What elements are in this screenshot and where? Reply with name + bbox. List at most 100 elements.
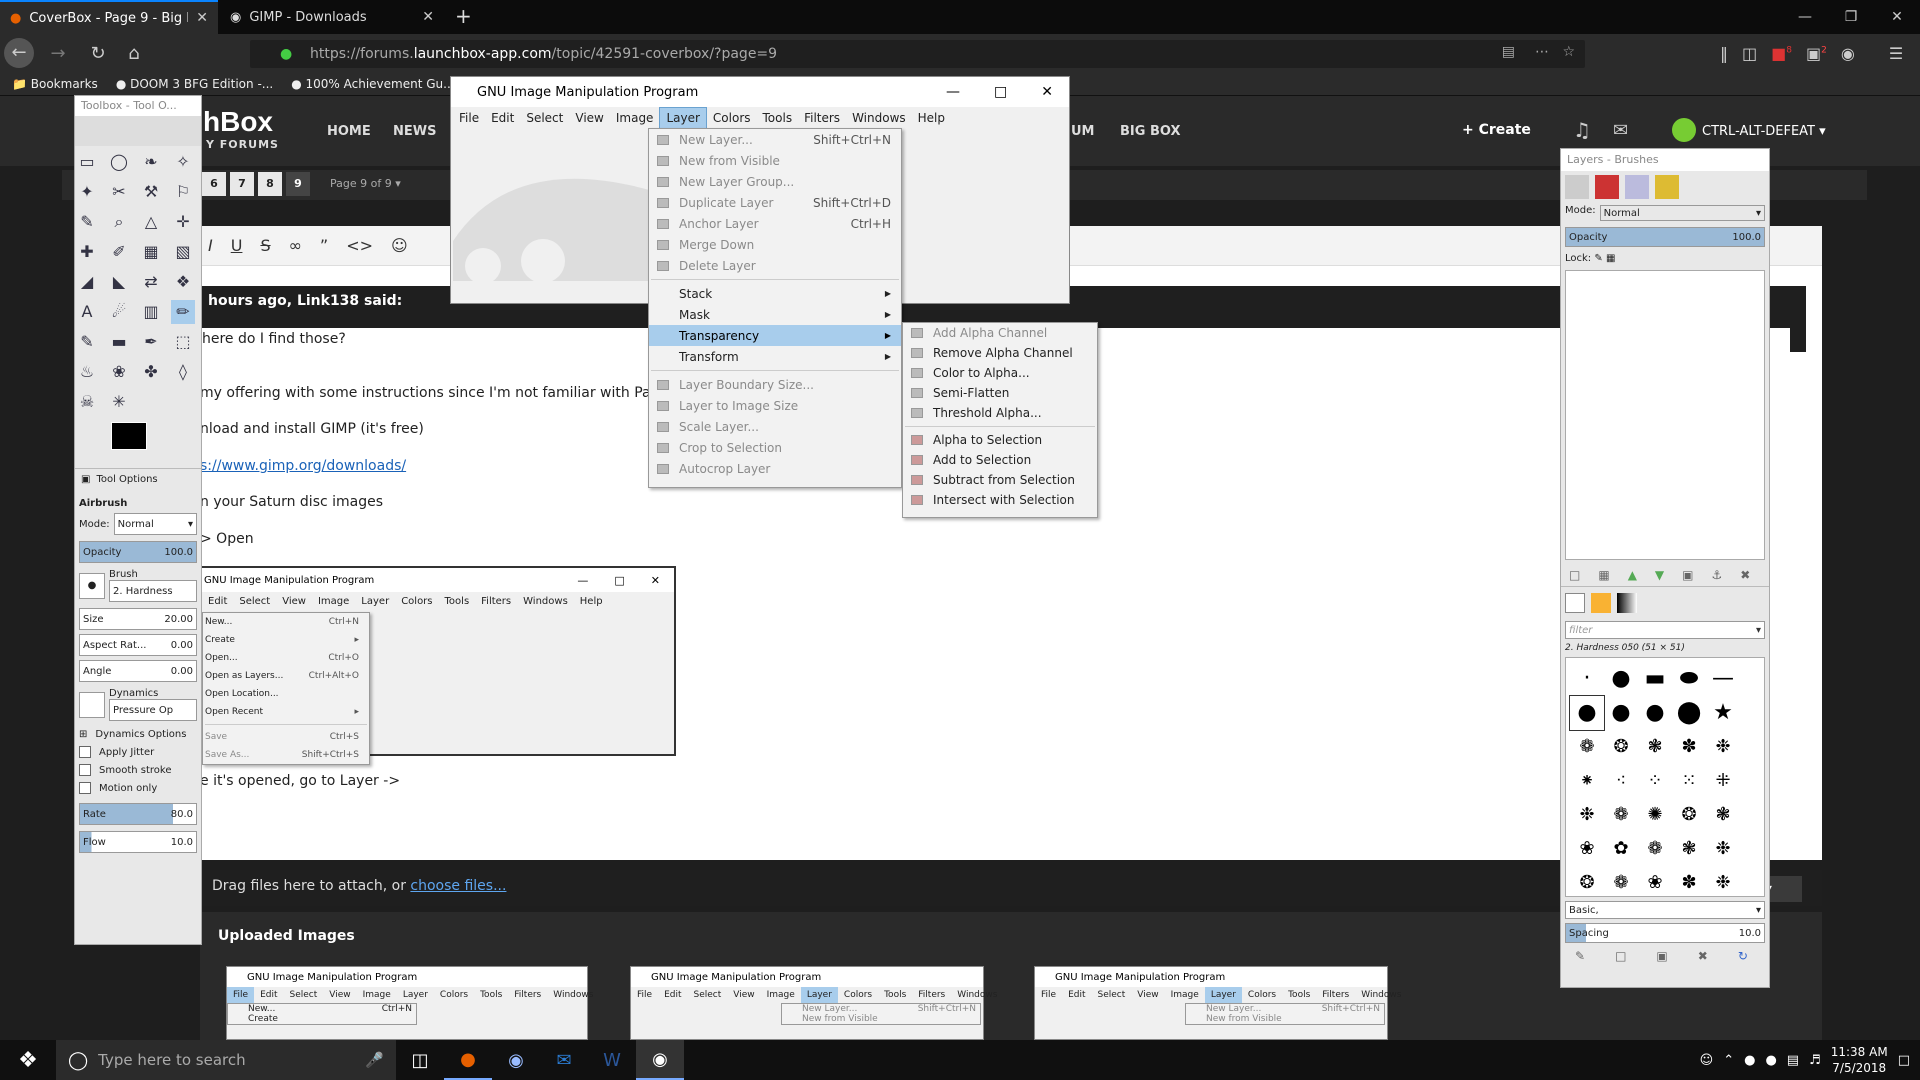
opacity-slider[interactable]: Opacity 100.0 [79, 541, 197, 563]
menu-filters[interactable]: Filters [798, 108, 846, 128]
layer-menu-item[interactable]: Crop to Selection [649, 437, 901, 458]
library-icon[interactable]: ‖ [1720, 44, 1728, 63]
brush-swatch[interactable]: ⬤ [1672, 696, 1706, 730]
nav-home[interactable]: HOME [327, 124, 371, 139]
url-bar[interactable]: ● https://forums. launchbox-app.com/topic… [250, 40, 1585, 68]
brush-swatch[interactable]: ❁ [1604, 798, 1638, 832]
brush-swatch[interactable]: ● [1569, 695, 1605, 731]
tool-icon[interactable]: ▧ [171, 240, 195, 264]
smooth-stroke-checkbox[interactable]: Smooth stroke [79, 761, 197, 779]
menu-select[interactable]: Select [520, 108, 569, 128]
paths-tab-icon[interactable] [1625, 175, 1649, 199]
gimp-maximize-icon[interactable]: □ [994, 84, 1007, 100]
brush-swatch[interactable]: ❂ [1672, 798, 1706, 832]
steam-taskbar-icon[interactable]: ◉ [492, 1040, 540, 1080]
brush-swatch[interactable]: ● [1604, 662, 1638, 696]
transparency-menu-item[interactable]: Add to Selection [903, 450, 1097, 470]
new-tab-button[interactable]: + [455, 4, 472, 28]
brush-swatch[interactable]: ★ [1706, 696, 1740, 730]
tool-icon[interactable]: ✂ [107, 180, 131, 204]
new-brush-icon[interactable]: □ [1615, 949, 1626, 963]
menu-windows[interactable]: Windows [846, 108, 912, 128]
reader-icon[interactable]: ▤ [1502, 44, 1515, 60]
brushes-tab-icon[interactable] [1565, 593, 1585, 613]
flow-slider[interactable]: Flow 10.0 [79, 831, 197, 853]
layer-menu-item[interactable]: Anchor Layer Ctrl+H [649, 213, 901, 234]
tab-coverbox[interactable]: ● CoverBox - Page 9 - Big Box Co ✕ [0, 0, 218, 34]
tool-icon[interactable]: ✳ [107, 390, 131, 414]
tool-icon[interactable]: ✏ [171, 300, 195, 324]
italic-button[interactable]: I [208, 236, 213, 255]
minimize-icon[interactable]: — [1782, 0, 1828, 34]
brush-swatch[interactable]: · [1570, 662, 1604, 696]
taskbar-search[interactable]: ◯ Type here to search 🎤 [56, 1040, 396, 1080]
task-view-icon[interactable]: ◫ [396, 1040, 444, 1080]
channels-tab-icon[interactable] [1595, 175, 1619, 199]
brush-swatch[interactable]: ❉ [1706, 866, 1740, 896]
tool-icon[interactable]: ✎ [75, 330, 99, 354]
tool-icon[interactable]: ▦ [139, 240, 163, 264]
patterns-tab-icon[interactable] [1591, 593, 1611, 613]
gimp-download-link[interactable]: s://www.gimp.org/downloads/ [200, 458, 406, 474]
menu-icon[interactable]: ☰ [1889, 44, 1903, 63]
brush-swatch[interactable]: ⁕ [1570, 764, 1604, 798]
tray-app-icon[interactable]: ● [1744, 1053, 1755, 1068]
tool-icon[interactable]: ◯ [107, 150, 131, 174]
brush-spacing-slider[interactable]: Spacing 10.0 [1565, 923, 1765, 943]
close-tab-icon[interactable]: ✕ [422, 9, 434, 25]
brush-swatch[interactable]: ❀ [1638, 866, 1672, 896]
layer-menu-item[interactable]: Transform ▶ [649, 346, 901, 367]
layer-menu-item[interactable]: New Layer Group... [649, 171, 901, 192]
tool-options-tab[interactable]: ▣ Tool Options [75, 468, 201, 490]
lock-alpha-icon[interactable]: ▦ [1606, 253, 1615, 264]
raise-icon[interactable]: ▲ [1628, 568, 1637, 582]
brush-swatch[interactable]: ● [1638, 696, 1672, 730]
brush-swatch[interactable]: ⁖ [1604, 764, 1638, 798]
brush-name-field[interactable]: 2. Hardness [109, 580, 197, 602]
back-icon[interactable]: ← [4, 38, 34, 68]
forum-logo[interactable]: hBox [203, 106, 273, 138]
nav-bigbox[interactable]: BIG BOX [1120, 124, 1180, 139]
layer-menu-item[interactable]: Delete Layer [649, 255, 901, 276]
tool-icon[interactable]: ✤ [139, 360, 163, 384]
code-button[interactable]: <> [346, 236, 373, 255]
duplicate-brush-icon[interactable]: ▣ [1656, 949, 1667, 963]
layers-tab-icon[interactable] [1565, 175, 1589, 199]
people-icon[interactable]: ☺ [1700, 1053, 1714, 1068]
volume-icon[interactable]: ♬ [1809, 1053, 1821, 1068]
mode-select[interactable]: Normal ▾ [113, 513, 197, 535]
tab-gimp-downloads[interactable]: ◉ GIMP - Downloads ✕ [220, 0, 444, 34]
network-icon[interactable]: ▤ [1787, 1053, 1799, 1068]
tool-icon[interactable]: ♨ [75, 360, 99, 384]
brush-swatch[interactable]: ▬ [1638, 662, 1672, 696]
page-6[interactable]: 6 [202, 172, 226, 196]
tool-icon[interactable]: ✐ [107, 240, 131, 264]
uploaded-thumb-3[interactable]: GNU Image Manipulation Program File Edit S… [1034, 966, 1401, 1040]
tool-icon[interactable]: ▬ [107, 330, 131, 354]
tool-icon[interactable]: ☠ [75, 390, 99, 414]
transparency-menu-item[interactable]: Threshold Alpha... [903, 403, 1097, 423]
menu-help[interactable]: Help [912, 108, 951, 128]
home-icon[interactable]: ⌂ [118, 43, 150, 64]
transparency-menu-item[interactable]: Remove Alpha Channel [903, 343, 1097, 363]
layer-menu-item[interactable]: New from Visible [649, 150, 901, 171]
nav-news[interactable]: NEWS [393, 124, 436, 139]
brush-filter-input[interactable]: filter ▾ [1565, 621, 1765, 639]
motion-only-checkbox[interactable]: Motion only [79, 779, 197, 797]
brush-swatch[interactable]: ❂ [1604, 730, 1638, 764]
tool-icon[interactable]: ▭ [75, 150, 99, 174]
nav-forum[interactable]: UM [1071, 124, 1095, 139]
tool-icon[interactable]: △ [139, 210, 163, 234]
close-tab-icon[interactable]: ✕ [196, 10, 208, 26]
tool-icon[interactable]: ❀ [107, 360, 131, 384]
anchor-icon[interactable]: ⚓ [1712, 568, 1723, 582]
tool-icon[interactable]: ✚ [75, 240, 99, 264]
layer-menu-item[interactable]: Duplicate Layer Shift+Ctrl+D [649, 192, 901, 213]
tool-icon[interactable]: ◢ [75, 270, 99, 294]
brush-swatch[interactable]: ⁜ [1706, 764, 1740, 798]
tool-icon[interactable]: ✧ [171, 150, 195, 174]
star-icon[interactable]: ☆ [1562, 44, 1575, 60]
angle-slider[interactable]: Angle 0.00 [79, 660, 197, 682]
brush-swatch[interactable]: ❃ [1638, 730, 1672, 764]
fg-color-swatch[interactable] [111, 422, 147, 450]
